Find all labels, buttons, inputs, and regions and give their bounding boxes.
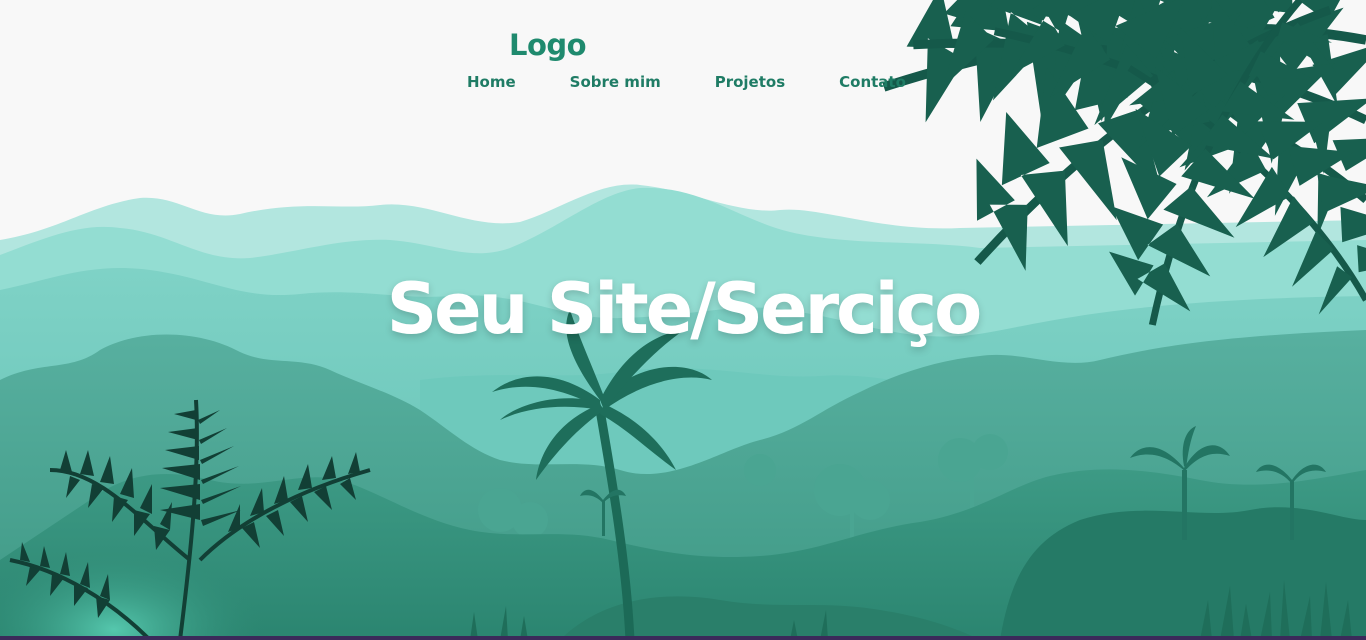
nav-link-projetos[interactable]: Projetos — [715, 73, 785, 91]
landing-page: Logo Home Sobre mim Projetos Contato Seu… — [0, 0, 1366, 640]
site-header: Logo Home Sobre mim Projetos Contato — [0, 0, 1366, 110]
main-nav: Home Sobre mim Projetos Contato — [467, 73, 906, 91]
nav-link-home[interactable]: Home — [467, 73, 516, 91]
bottom-border — [0, 636, 1366, 640]
hero-title-text: Seu Site/Serciço — [386, 268, 982, 350]
logo[interactable]: Logo — [509, 28, 587, 62]
nav-link-contato[interactable]: Contato — [839, 73, 906, 91]
nav-link-sobre-mim[interactable]: Sobre mim — [570, 73, 661, 91]
hero-title: Seu Site/Serciço — [0, 268, 1366, 350]
